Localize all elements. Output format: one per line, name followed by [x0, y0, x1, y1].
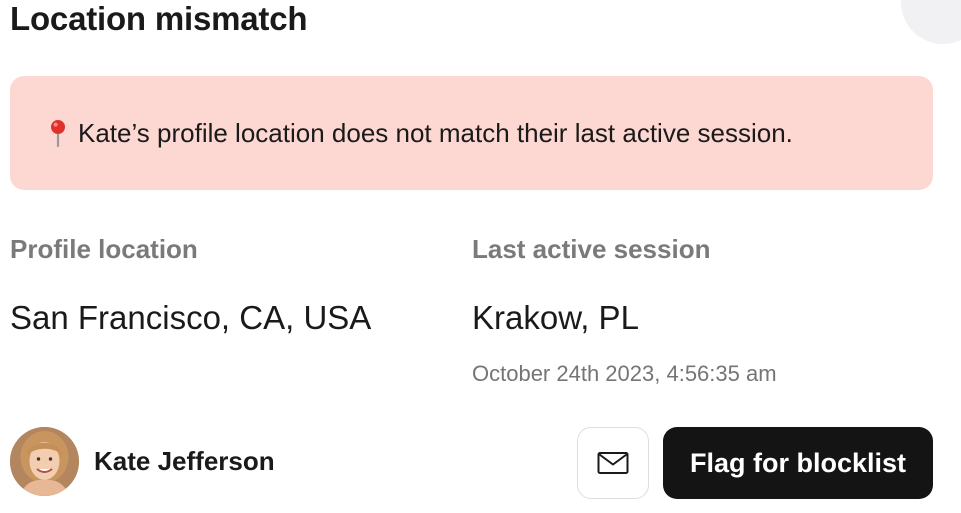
profile-location-section: Profile location San Francisco, CA, USA: [10, 234, 371, 337]
profile-location-value: San Francisco, CA, USA: [10, 299, 372, 336]
last-active-session-value: Krakow, PL: [472, 299, 639, 336]
last-active-session-section: Last active session Krakow, PL October 2…: [472, 234, 777, 387]
page-title: Location mismatch: [10, 0, 308, 37]
close-button[interactable]: [901, 0, 961, 44]
alert-message: Kate’s profile location does not match t…: [78, 117, 793, 148]
pin-icon: [51, 120, 65, 148]
mail-icon: [597, 452, 629, 474]
location-mismatch-alert: Kate’s profile location does not match t…: [10, 76, 933, 190]
user-info: Kate Jefferson: [10, 427, 275, 496]
user-name: Kate Jefferson: [94, 446, 275, 476]
avatar: [10, 427, 79, 496]
profile-location-label: Profile location: [10, 234, 198, 264]
session-timestamp: October 24th 2023, 4:56:35 am: [472, 361, 777, 386]
flag-for-blocklist-button[interactable]: Flag for blocklist: [663, 427, 933, 499]
last-active-session-label: Last active session: [472, 234, 711, 264]
message-button[interactable]: [577, 427, 649, 499]
